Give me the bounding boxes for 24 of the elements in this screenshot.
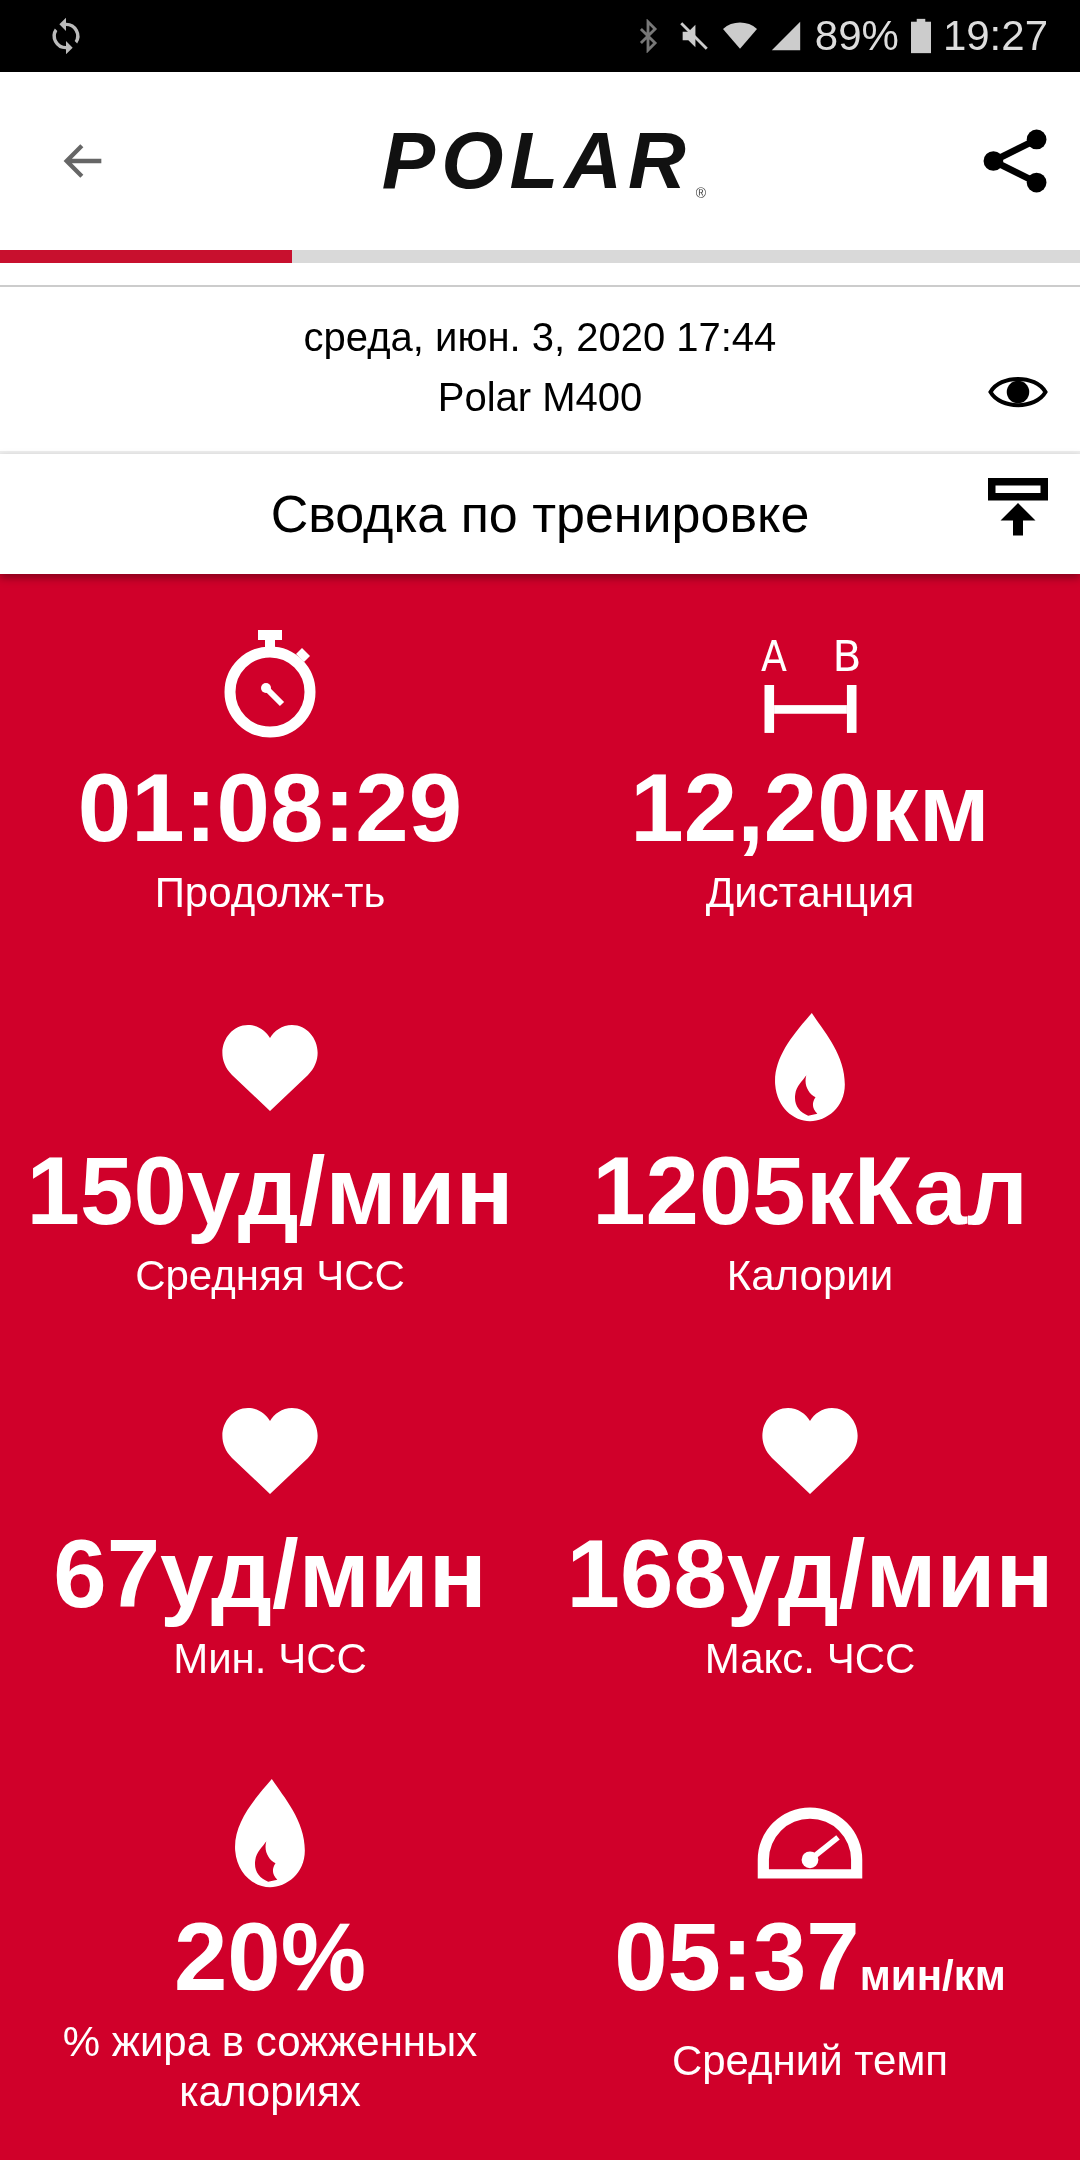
- section-title: Сводка по тренировке: [270, 484, 810, 544]
- metric-value: 20%: [173, 1902, 367, 2012]
- metric-label: Дистанция: [705, 868, 915, 918]
- metric-value: 1205кКал: [592, 1136, 1028, 1246]
- metric-value: 01:08:29: [77, 753, 463, 863]
- metric-label: Продолж-ть: [154, 868, 386, 918]
- metric-label: Калории: [726, 1251, 894, 1301]
- battery-icon: [910, 18, 931, 54]
- metric-label: Мин. ЧСС: [173, 1634, 367, 1684]
- metric-label: % жира в сожженных калориях: [61, 2017, 479, 2117]
- metric-value: 05:37мин/км: [614, 1902, 1006, 2012]
- metric-label: Средняя ЧСС: [135, 1251, 405, 1301]
- metric-value: 150уд/мин: [26, 1136, 514, 1246]
- metric-value: 168уд/мин: [566, 1519, 1054, 1629]
- metric-label: Средний темп: [671, 2036, 949, 2086]
- logo: POLAR: [381, 121, 692, 201]
- registered-mark: ®: [695, 185, 707, 201]
- battery-percent: 89%: [814, 12, 899, 60]
- metric-value: 12,20км: [630, 753, 990, 863]
- metric-label: Макс. ЧСС: [704, 1634, 916, 1684]
- clock: 19:27: [942, 12, 1048, 60]
- session-date: среда, июн. 3, 2020 17:44: [303, 314, 777, 361]
- device-name: Polar M400: [437, 374, 643, 421]
- metric-value: 67уд/мин: [53, 1519, 487, 1629]
